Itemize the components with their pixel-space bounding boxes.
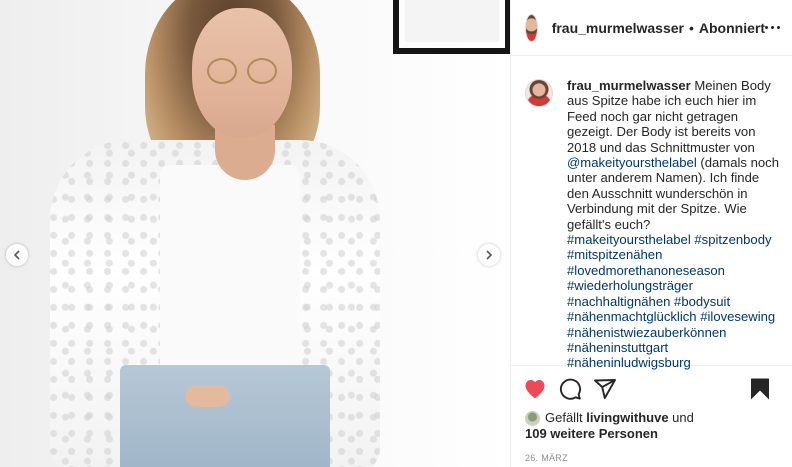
separator-dot: • [688, 19, 694, 36]
bookmark-filled-icon [751, 378, 769, 400]
next-photo-button[interactable] [478, 244, 500, 266]
hashtag-link[interactable]: #näheninludwigsburg [567, 355, 691, 370]
chevron-left-icon [13, 250, 20, 260]
mention-link[interactable]: @makeityoursthelabel [567, 155, 697, 170]
comment-icon [559, 378, 582, 400]
share-icon [594, 379, 616, 399]
caption-section: frau_murmelwasser Meinen Body aus Spitze… [511, 56, 792, 370]
heart-filled-icon [525, 380, 545, 399]
likes-others-link[interactable]: 109 weitere Personen [525, 426, 792, 442]
follow-status-button[interactable]: Abonniert [699, 20, 765, 36]
likes-prefix: Gefällt [545, 410, 583, 425]
liker-username[interactable]: livingwithuve [586, 410, 668, 426]
bookmark-button[interactable] [748, 377, 772, 401]
hashtag-link[interactable]: #nähenmachtglücklich [567, 309, 697, 324]
hashtag-link[interactable]: #nähenistwiezauberkönnen [567, 325, 726, 340]
person-image [0, 0, 510, 467]
post-sidebar: frau_murmelwasser • Abonniert frau_murme… [510, 0, 792, 467]
previous-photo-button[interactable] [6, 244, 28, 266]
like-button[interactable] [523, 377, 547, 401]
action-bar [511, 366, 792, 406]
post-header: frau_murmelwasser • Abonniert [511, 0, 792, 56]
header-username[interactable]: frau_murmelwasser [552, 20, 684, 36]
hashtag-link[interactable]: #wiederholungsträger [567, 278, 693, 293]
share-button[interactable] [593, 377, 617, 401]
post-date[interactable]: 26. März [511, 442, 792, 463]
caption-username[interactable]: frau_murmelwasser [567, 78, 691, 93]
post-photo[interactable] [0, 0, 510, 467]
likes-section: Gefällt livingwithuve und 109 weitere Pe… [511, 406, 792, 442]
hashtag-link[interactable]: #näheninstuttgart [567, 340, 668, 355]
hashtag-link[interactable]: #mitspitzenähen [567, 247, 662, 262]
chevron-right-icon [486, 250, 493, 260]
hashtag-link[interactable]: #nachhaltignähen [567, 294, 670, 309]
caption-text: frau_murmelwasser Meinen Body aus Spitze… [567, 78, 780, 370]
likes-conjunction: und [672, 410, 694, 425]
avatar[interactable] [525, 13, 538, 42]
liker-avatar[interactable] [525, 410, 540, 426]
hashtag-link[interactable]: #ilovesewing [700, 309, 775, 324]
hashtag-link[interactable]: #lovedmorethanoneseason [567, 263, 725, 278]
hashtag-link[interactable]: #bodysuit [674, 294, 730, 309]
hashtag-link[interactable]: #makeityoursthelabel [567, 232, 691, 247]
caption-avatar[interactable] [525, 79, 553, 107]
hashtag-link[interactable]: #spitzenbody [694, 232, 771, 247]
comment-button[interactable] [558, 377, 582, 401]
more-options-icon[interactable] [765, 26, 780, 29]
